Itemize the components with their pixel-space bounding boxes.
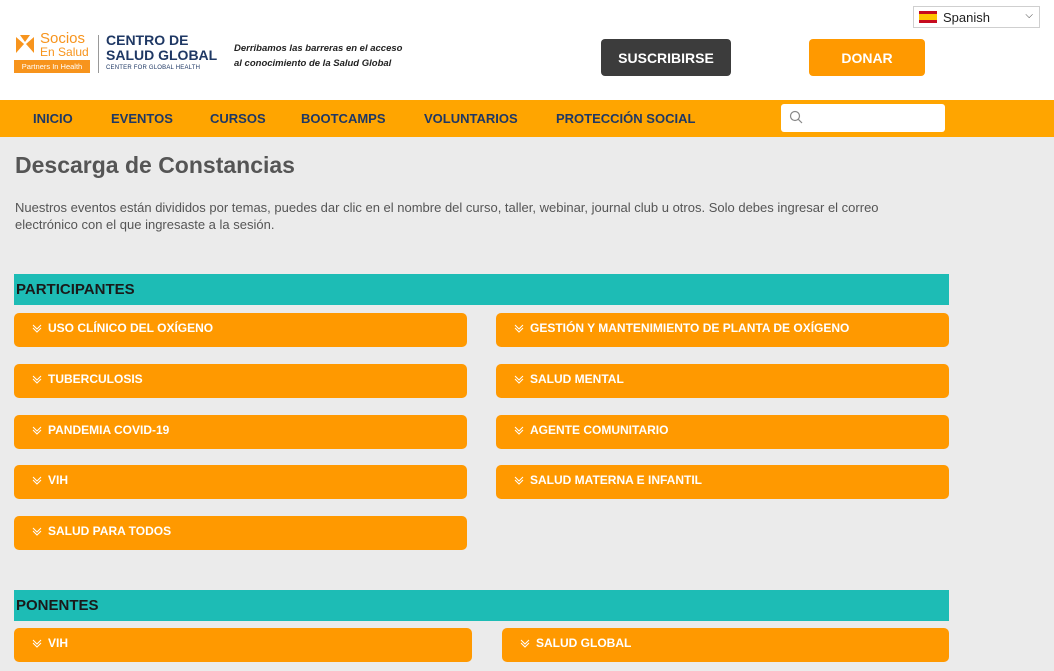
spain-flag-icon bbox=[919, 11, 937, 23]
logo-partners-text: Partners In Health bbox=[14, 60, 90, 73]
chevron-down-icon bbox=[32, 426, 42, 435]
accordion-label: SALUD MENTAL bbox=[530, 372, 624, 386]
subscribe-button[interactable]: SUSCRIBIRSE bbox=[601, 39, 731, 76]
logo-mark-icon bbox=[16, 35, 34, 53]
site-header: Spanish ⌵ Socios En Salud Partners In He… bbox=[0, 0, 1054, 100]
donate-button[interactable]: DONAR bbox=[809, 39, 925, 76]
chevron-down-icon bbox=[32, 324, 42, 333]
site-tagline: Derribamos las barreras en el acceso al … bbox=[234, 41, 454, 71]
logo-centro-text: CENTRO DE bbox=[106, 32, 189, 48]
logo-ensalud-text: En Salud bbox=[40, 45, 89, 59]
language-select[interactable]: Spanish ⌵ bbox=[913, 6, 1040, 28]
chevron-down-icon bbox=[514, 476, 524, 485]
accordion-label: SALUD GLOBAL bbox=[536, 636, 632, 650]
page-title: Descarga de Constancias bbox=[15, 152, 295, 178]
accordion-label: VIH bbox=[48, 473, 69, 487]
accordion-uso-clinico-oxigeno[interactable]: USO CLÍNICO DEL OXÍGENO bbox=[14, 313, 467, 347]
accordion-ponentes-vih[interactable]: VIH bbox=[14, 628, 472, 662]
tagline-line-2: al conocimiento de la Salud Global bbox=[234, 58, 392, 69]
nav-item-cursos[interactable]: CURSOS bbox=[210, 100, 266, 137]
accordion-label: USO CLÍNICO DEL OXÍGENO bbox=[48, 321, 214, 335]
accordion-label: SALUD MATERNA E INFANTIL bbox=[530, 473, 702, 487]
chevron-down-icon bbox=[32, 639, 42, 648]
chevron-down-icon bbox=[514, 375, 524, 384]
nav-item-proteccion-social[interactable]: PROTECCIÓN SOCIAL bbox=[556, 100, 695, 137]
accordion-gestion-planta-oxigeno[interactable]: GESTIÓN Y MANTENIMIENTO DE PLANTA DE OXÍ… bbox=[496, 313, 949, 347]
accordion-label: SALUD PARA TODOS bbox=[48, 524, 172, 538]
chevron-down-icon bbox=[32, 375, 42, 384]
accordion-label: TUBERCULOSIS bbox=[48, 372, 143, 386]
logo-center-en-text: CENTER FOR GLOBAL HEALTH bbox=[106, 65, 201, 71]
accordion-vih[interactable]: VIH bbox=[14, 465, 467, 499]
section-participantes-header: PARTICIPANTES bbox=[14, 274, 949, 305]
accordion-label: PANDEMIA COVID-19 bbox=[48, 423, 170, 437]
nav-item-voluntarios[interactable]: VOLUNTARIOS bbox=[424, 100, 518, 137]
search-input[interactable] bbox=[781, 104, 945, 132]
accordion-label: AGENTE COMUNITARIO bbox=[530, 423, 669, 437]
chevron-down-icon bbox=[32, 527, 42, 536]
accordion-label: GESTIÓN Y MANTENIMIENTO DE PLANTA DE OXÍ… bbox=[530, 321, 850, 335]
chevron-down-icon bbox=[520, 639, 530, 648]
site-logo[interactable]: Socios En Salud Partners In Health CENTR… bbox=[14, 31, 234, 75]
nav-item-inicio[interactable]: INICIO bbox=[33, 100, 73, 137]
search-icon bbox=[789, 110, 803, 124]
logo-salud-text: SALUD GLOBAL bbox=[106, 47, 218, 63]
tagline-line-1: Derribamos las barreras en el acceso bbox=[234, 43, 403, 54]
logo-divider bbox=[98, 35, 99, 73]
nav-item-eventos[interactable]: EVENTOS bbox=[111, 100, 173, 137]
section-ponentes-header: PONENTES bbox=[14, 590, 949, 621]
accordion-agente-comunitario[interactable]: AGENTE COMUNITARIO bbox=[496, 415, 949, 449]
accordion-salud-para-todos[interactable]: SALUD PARA TODOS bbox=[14, 516, 467, 550]
accordion-ponentes-salud-global[interactable]: SALUD GLOBAL bbox=[502, 628, 949, 662]
accordion-salud-materna-infantil[interactable]: SALUD MATERNA E INFANTIL bbox=[496, 465, 949, 499]
accordion-label: VIH bbox=[48, 636, 69, 650]
accordion-pandemia-covid[interactable]: PANDEMIA COVID-19 bbox=[14, 415, 467, 449]
chevron-down-icon bbox=[32, 476, 42, 485]
chevron-down-icon bbox=[514, 426, 524, 435]
accordion-salud-mental[interactable]: SALUD MENTAL bbox=[496, 364, 949, 398]
chevron-down-icon: ⌵ bbox=[1025, 10, 1033, 21]
intro-text: Nuestros eventos están divididos por tem… bbox=[15, 200, 879, 232]
chevron-down-icon bbox=[514, 324, 524, 333]
language-label: Spanish bbox=[943, 9, 990, 25]
accordion-tuberculosis[interactable]: TUBERCULOSIS bbox=[14, 364, 467, 398]
nav-item-bootcamps[interactable]: BOOTCAMPS bbox=[301, 100, 386, 137]
